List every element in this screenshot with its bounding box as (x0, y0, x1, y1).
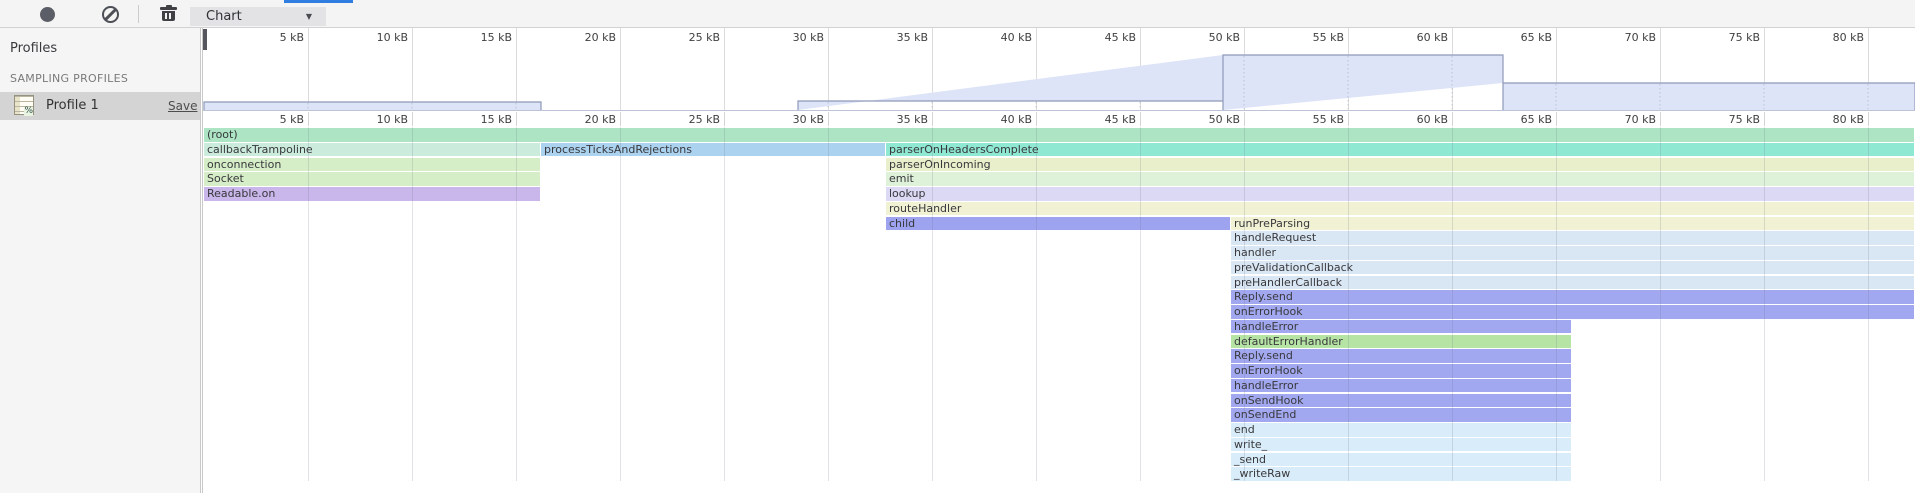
flame-bar-parserOnIncoming[interactable]: parserOnIncoming (886, 158, 1914, 172)
flame-gridline (724, 127, 725, 481)
flame-bar-_writeRaw[interactable]: _writeRaw (1231, 467, 1571, 481)
flame-bar-Reply.send[interactable]: Reply.send (1231, 290, 1914, 304)
flame-gridline (1556, 127, 1557, 481)
flame-bar-emit[interactable]: emit (886, 172, 1914, 186)
flame-bar-_send[interactable]: _send (1231, 453, 1571, 467)
flame-bar-handleError[interactable]: handleError (1231, 320, 1571, 334)
flame-bar-routeHandler[interactable]: routeHandler (886, 202, 1914, 216)
flame-bar-onErrorHook[interactable]: onErrorHook (1231, 364, 1571, 378)
flame-bar-Socket[interactable]: Socket (204, 172, 540, 186)
flame-gridline (1660, 127, 1661, 481)
flame-gridline (932, 127, 933, 481)
flame-gridline (1868, 127, 1869, 481)
flame-bar-lookup[interactable]: lookup (886, 187, 1914, 201)
flame-gridline (828, 127, 829, 481)
flame-bar-processTicksAndRejections[interactable]: processTicksAndRejections (541, 143, 885, 157)
flame-bar-child[interactable]: child (886, 217, 1230, 231)
flame-gridline (516, 127, 517, 481)
flame-bar-Readable.on[interactable]: Readable.on (204, 187, 540, 201)
flame-gridline (412, 127, 413, 481)
flame-gridline (1348, 127, 1349, 481)
flame-bar-preHandlerCallback[interactable]: preHandlerCallback (1231, 276, 1914, 290)
flame-bar-handleError[interactable]: handleError (1231, 379, 1571, 393)
flame-bar-onSendEnd[interactable]: onSendEnd (1231, 408, 1571, 422)
flame-bar-end[interactable]: end (1231, 423, 1571, 437)
flame-gridline (1244, 127, 1245, 481)
flame-bar-onconnection[interactable]: onconnection (204, 158, 540, 172)
flame-bar-parserOnHeadersComplete[interactable]: parserOnHeadersComplete (886, 143, 1914, 157)
flame-gridline (1140, 127, 1141, 481)
flame-bar-callbackTrampoline[interactable]: callbackTrampoline (204, 143, 540, 157)
flame-bar-handleRequest[interactable]: handleRequest (1231, 231, 1914, 245)
flame-bar-onErrorHook[interactable]: onErrorHook (1231, 305, 1914, 319)
flame-bar-defaultErrorHandler[interactable]: defaultErrorHandler (1231, 335, 1571, 349)
flame-bar-preValidationCallback[interactable]: preValidationCallback (1231, 261, 1914, 275)
flame-bar-Reply.send[interactable]: Reply.send (1231, 349, 1571, 363)
flame-gridline (308, 127, 309, 481)
flame-bar-root[interactable]: (root) (204, 128, 1914, 142)
flame-gridline (1764, 127, 1765, 481)
flame-bar-handler[interactable]: handler (1231, 246, 1914, 260)
memory-profiler-panel: Chart ▼ Profiles SAMPLING PROFILES % Pro… (0, 0, 1915, 493)
overview-range-handle[interactable] (203, 29, 207, 50)
flame-bar-write_[interactable]: write_ (1231, 438, 1571, 452)
flame-gridline (1036, 127, 1037, 481)
flame-bar-runPreParsing[interactable]: runPreParsing (1231, 217, 1914, 231)
flame-gridline (620, 127, 621, 481)
flame-bar-onSendHook[interactable]: onSendHook (1231, 394, 1571, 408)
flame-gridline (1452, 127, 1453, 481)
